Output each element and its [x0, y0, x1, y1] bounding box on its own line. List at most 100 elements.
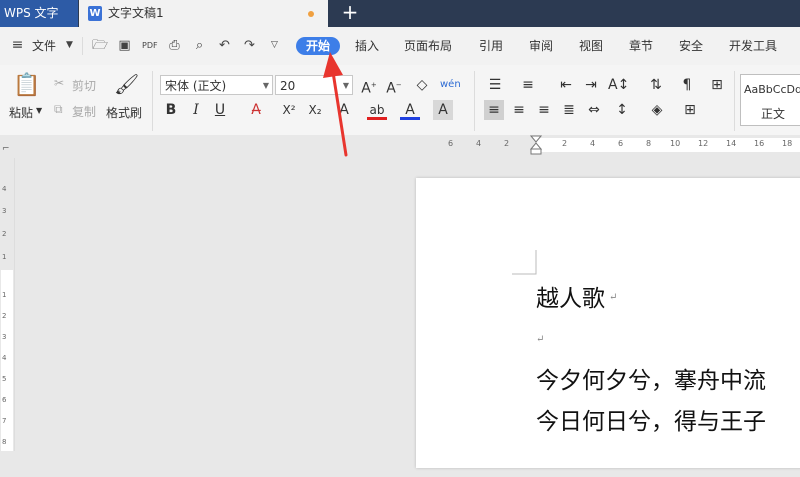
subscript-icon[interactable]: X₂ — [305, 100, 325, 120]
divider — [152, 71, 153, 131]
ruler-number: 7 — [2, 417, 7, 425]
ruler-number: 14 — [726, 139, 737, 148]
copy-button[interactable]: 复制 — [72, 103, 96, 120]
underline-button[interactable]: U — [210, 100, 230, 120]
paste-icon[interactable]: 📋 — [13, 73, 40, 99]
borders-icon[interactable]: ⊞ — [680, 100, 700, 120]
tab-references[interactable]: 引用 — [479, 37, 503, 55]
chevron-down-icon: ▼ — [262, 81, 269, 90]
align-center-icon[interactable]: ≡ — [509, 100, 529, 120]
ruler-number: 2 — [504, 139, 510, 148]
align-right-icon[interactable]: ≡ — [534, 100, 554, 120]
save-icon[interactable]: ▣ — [117, 38, 132, 53]
font-color-icon[interactable]: A — [400, 100, 420, 120]
ruler-number: 4 — [476, 139, 482, 148]
distributed-align-icon[interactable]: ⇔ — [584, 100, 604, 120]
tab-view[interactable]: 视图 — [579, 37, 603, 55]
shading-fill-icon[interactable]: ◈ — [647, 100, 667, 120]
phonetic-guide-icon[interactable]: wén — [440, 75, 461, 95]
undo-icon[interactable]: ↶ — [217, 38, 232, 53]
chevron-down-icon[interactable]: ▼ — [62, 38, 77, 53]
highlight-color-icon[interactable]: ab — [367, 100, 387, 120]
tab-security[interactable]: 安全 — [679, 37, 703, 55]
document-line[interactable]: 今日何日兮，得与王子 — [536, 402, 766, 436]
wps-writer-icon: W — [88, 6, 102, 21]
line-spacing-icon[interactable]: ↕ — [612, 100, 632, 120]
margin-corner-mark — [512, 250, 537, 275]
tab-developer-tools[interactable]: 开发工具 — [729, 37, 777, 55]
style-normal-tile[interactable]: AaBbCcDd 正文 — [740, 74, 800, 126]
app-tab-wps-writer[interactable]: WPS 文字 — [0, 0, 78, 27]
font-size-dropdown[interactable]: 20 ▼ — [275, 75, 353, 95]
ruler-number: 8 — [646, 139, 652, 148]
customize-toolbar-icon[interactable]: ▽ — [267, 38, 282, 53]
format-painter-icon[interactable]: 🖌 — [114, 74, 139, 98]
export-pdf-icon[interactable]: PDF — [142, 38, 158, 53]
numbered-list-icon[interactable]: ≡ — [518, 75, 538, 95]
clear-formatting-icon[interactable]: ◇ — [412, 75, 432, 95]
superscript-icon[interactable]: X² — [279, 100, 299, 120]
ruler-number: 2 — [2, 312, 7, 320]
increase-font-size-icon[interactable]: A+ — [359, 75, 379, 97]
font-name-value: 宋体 (正文) — [165, 79, 227, 93]
document-tab[interactable]: W 文字文稿1 — [79, 0, 328, 27]
format-painter-button[interactable]: 格式刷 — [106, 104, 142, 121]
style-preview-text: AaBbCcDd — [744, 83, 800, 96]
document-line[interactable]: 今夕何夕兮，搴舟中流 — [536, 361, 766, 395]
decrease-indent-icon[interactable]: ⇤ — [556, 75, 576, 95]
table-grid-icon[interactable]: ⊞ — [707, 75, 727, 95]
divider — [734, 71, 735, 131]
font-name-dropdown[interactable]: 宋体 (正文) ▼ — [160, 75, 273, 95]
document-title[interactable]: 越人歌 — [536, 279, 605, 313]
character-shading-icon[interactable]: A — [433, 100, 453, 120]
file-menu[interactable]: 文件 — [32, 37, 56, 55]
divider — [474, 71, 475, 131]
open-folder-icon[interactable]: 🗁 — [92, 38, 108, 53]
paste-options-chevron-icon[interactable]: ▼ — [36, 106, 42, 115]
cut-button[interactable]: 剪切 — [72, 77, 96, 94]
vertical-ruler[interactable]: 4 3 2 1 1 2 3 4 5 6 7 8 — [0, 158, 15, 451]
indent-marker-icon[interactable] — [530, 135, 542, 156]
sort-icon[interactable]: ⇅ — [646, 75, 666, 95]
ruler-number: 2 — [2, 230, 7, 238]
ruler-number: 1 — [2, 253, 7, 261]
decrease-font-size-icon[interactable]: A− — [384, 75, 404, 97]
print-icon[interactable]: ⎙ — [167, 38, 182, 53]
tab-page-layout[interactable]: 页面布局 — [404, 37, 452, 55]
ruler-number: 5 — [2, 375, 7, 383]
style-name-label: 正文 — [761, 107, 786, 121]
hamburger-menu-icon[interactable]: ≡ — [10, 38, 25, 53]
ruler-number: 10 — [670, 139, 681, 148]
chevron-down-icon: ▼ — [342, 81, 349, 90]
text-effect-icon[interactable]: A — [334, 100, 354, 120]
text-direction-icon[interactable]: A↕ — [608, 75, 629, 95]
justify-icon[interactable]: ≣ — [559, 100, 579, 120]
horizontal-ruler[interactable]: 6 4 2 2 4 6 8 10 12 14 16 18 — [0, 135, 800, 156]
ruler-number: 8 — [2, 438, 7, 446]
ruler-number: 16 — [754, 139, 765, 148]
tab-sections[interactable]: 章节 — [629, 37, 653, 55]
tab-stop-selector-icon[interactable]: ⌐ — [2, 144, 10, 154]
ruler-number: 4 — [590, 139, 596, 148]
ruler-number: 4 — [2, 354, 7, 362]
show-paragraph-marks-icon[interactable]: ¶ — [677, 75, 697, 95]
new-tab-button[interactable]: + — [338, 0, 362, 27]
tab-review[interactable]: 审阅 — [529, 37, 553, 55]
document-page[interactable]: 越人歌 ↵ ↵ 今夕何夕兮，搴舟中流 今日何日兮，得与王子 — [416, 178, 800, 468]
align-left-icon[interactable]: ≡ — [484, 100, 504, 120]
increase-indent-icon[interactable]: ⇥ — [581, 75, 601, 95]
tab-insert[interactable]: 插入 — [355, 37, 379, 55]
redo-icon[interactable]: ↷ — [242, 38, 257, 53]
tab-home[interactable]: 开始 — [296, 37, 341, 55]
strikethrough-icon[interactable]: A̶ — [246, 100, 266, 120]
document-tab-title: 文字文稿1 — [108, 6, 164, 20]
ruler-number: 3 — [2, 333, 7, 341]
ruler-number: 6 — [618, 139, 624, 148]
copy-icon: ⧉ — [54, 102, 63, 116]
italic-button[interactable]: I — [186, 100, 206, 120]
bold-button[interactable]: B — [161, 100, 181, 120]
menu-bar: ≡ 文件 ▼ 🗁 ▣ PDF ⎙ ⌕ ↶ ↷ ▽ 开始 插入 页面布局 引用 审… — [0, 27, 800, 65]
bullet-list-icon[interactable]: ☰ — [485, 75, 505, 95]
paste-button[interactable]: 粘贴 — [9, 104, 33, 121]
print-preview-icon[interactable]: ⌕ — [192, 38, 207, 53]
